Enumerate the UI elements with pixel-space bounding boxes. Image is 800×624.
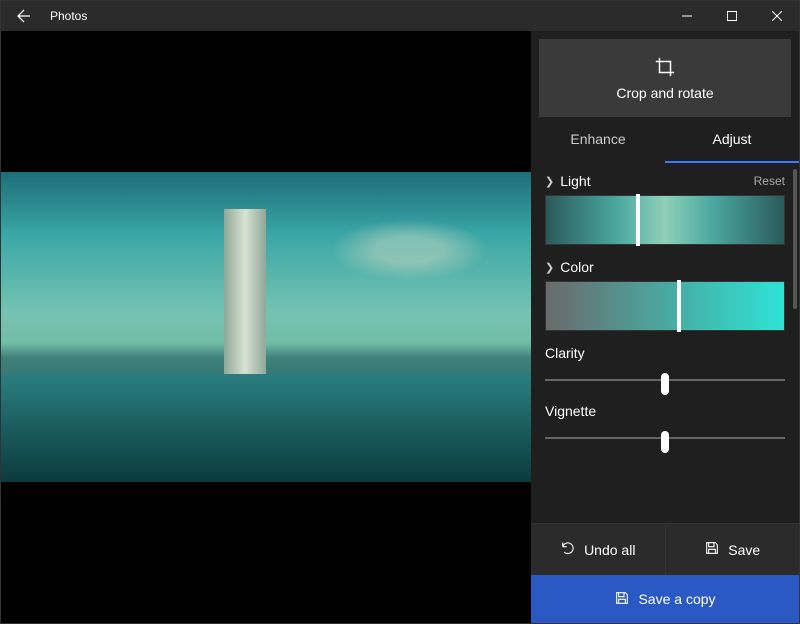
maximize-button[interactable]	[709, 1, 754, 31]
save-label: Save	[728, 542, 760, 558]
close-button[interactable]	[754, 1, 799, 31]
chevron-right-icon[interactable]: ❯	[545, 261, 554, 274]
tab-adjust-label: Adjust	[713, 131, 752, 147]
undo-icon	[560, 540, 576, 559]
crop-icon	[654, 56, 676, 81]
color-label: Color	[560, 259, 785, 275]
save-button[interactable]: Save	[665, 524, 800, 575]
color-slider-strip[interactable]	[545, 281, 785, 331]
photos-window: Photos Crop and rotate	[0, 0, 800, 624]
vignette-thumb[interactable]	[661, 431, 669, 453]
color-section: ❯ Color	[531, 249, 799, 335]
photo-canvas[interactable]	[1, 31, 531, 623]
light-reset[interactable]: Reset	[754, 174, 785, 188]
save-copy-label: Save a copy	[638, 591, 715, 607]
photo-image	[1, 172, 531, 482]
vignette-slider[interactable]	[545, 429, 785, 447]
tab-enhance-label: Enhance	[570, 131, 625, 147]
light-label: Light	[560, 173, 753, 189]
clarity-slider[interactable]	[545, 371, 785, 389]
undo-label: Undo all	[584, 542, 635, 558]
action-bar: Undo all Save	[531, 523, 799, 575]
chevron-right-icon[interactable]: ❯	[545, 175, 554, 188]
adjust-controls: ❯ Light Reset ❯ Color	[531, 163, 799, 523]
side-panel: Crop and rotate Enhance Adjust ❯ Light R…	[531, 31, 799, 623]
crop-rotate-button[interactable]: Crop and rotate	[539, 39, 791, 117]
app-title: Photos	[46, 9, 664, 23]
vignette-section: Vignette	[531, 393, 799, 451]
light-section: ❯ Light Reset	[531, 163, 799, 249]
save-a-copy-button[interactable]: Save a copy	[531, 575, 799, 623]
save-copy-icon	[614, 590, 630, 609]
clarity-label: Clarity	[545, 345, 785, 361]
tab-adjust[interactable]: Adjust	[665, 117, 799, 163]
clarity-section: Clarity	[531, 335, 799, 393]
clarity-thumb[interactable]	[661, 373, 669, 395]
color-handle[interactable]	[677, 280, 681, 332]
light-handle[interactable]	[636, 194, 640, 246]
titlebar: Photos	[1, 1, 799, 31]
undo-all-button[interactable]: Undo all	[531, 524, 665, 575]
minimize-button[interactable]	[664, 1, 709, 31]
save-icon	[704, 540, 720, 559]
scrollbar[interactable]	[793, 169, 797, 309]
editor-body: Crop and rotate Enhance Adjust ❯ Light R…	[1, 31, 799, 623]
light-slider-strip[interactable]	[545, 195, 785, 245]
back-button[interactable]	[1, 1, 46, 31]
vignette-label: Vignette	[545, 403, 785, 419]
crop-label: Crop and rotate	[616, 85, 713, 101]
edit-tabs: Enhance Adjust	[531, 117, 799, 163]
tab-enhance[interactable]: Enhance	[531, 117, 665, 163]
